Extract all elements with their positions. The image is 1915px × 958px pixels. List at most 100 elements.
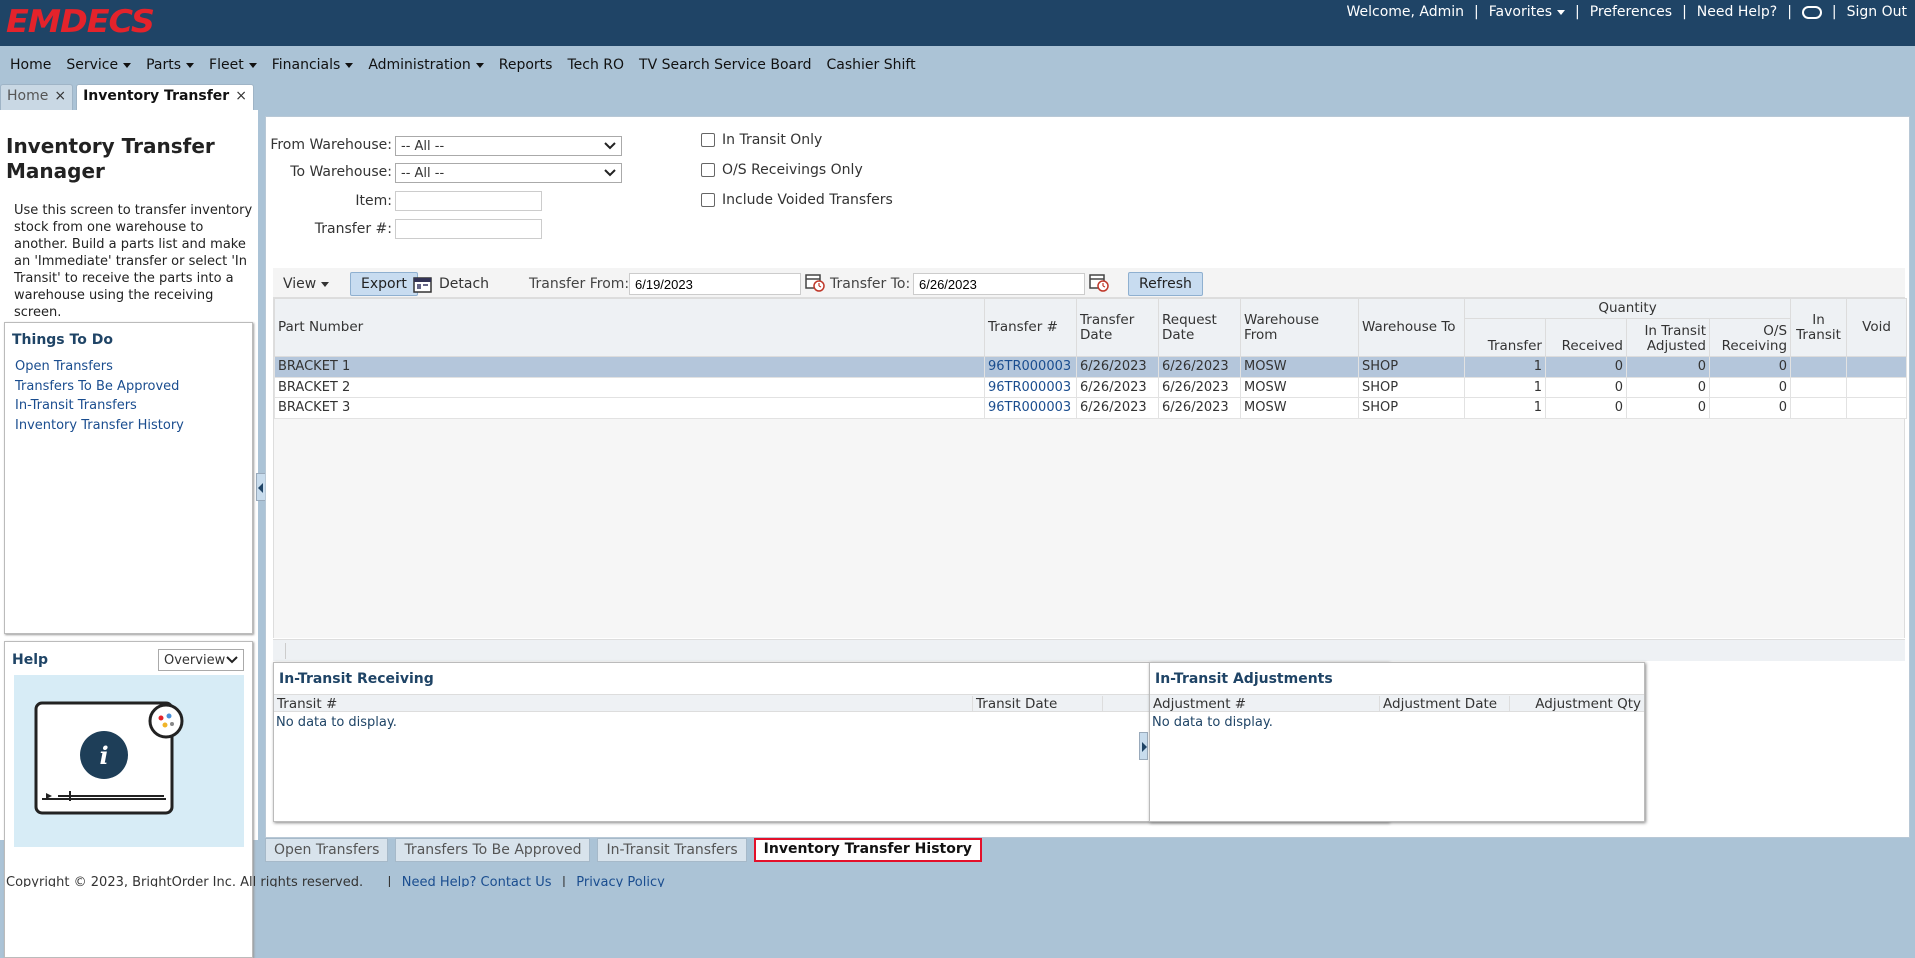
col-in-transit[interactable]: In Transit xyxy=(1790,298,1848,357)
cell-transfer-no[interactable]: 96TR000003 xyxy=(984,356,1077,378)
page-footer: Copyright © 2023, BrightOrder Inc. All r… xyxy=(0,874,1915,887)
cell-received: 0 xyxy=(1545,376,1627,398)
close-icon[interactable]: × xyxy=(54,88,66,104)
help-topic-select[interactable]: Overview xyxy=(158,649,244,671)
col-transfer-date[interactable]: Transfer Date xyxy=(1076,298,1159,357)
view-menu[interactable]: View xyxy=(283,272,330,296)
to-warehouse-label: To Warehouse: xyxy=(290,164,392,180)
chevron-down-icon xyxy=(186,62,195,68)
nav-item-service[interactable]: Service xyxy=(66,57,132,73)
nav-item-tech-ro[interactable]: Tech RO xyxy=(567,57,624,73)
calendar-icon[interactable] xyxy=(804,272,826,292)
col-transit-number[interactable]: Transit # xyxy=(277,696,337,712)
privacy-policy-link[interactable]: Privacy Policy xyxy=(576,875,665,887)
cell-to: SHOP xyxy=(1358,376,1465,398)
cell-to: SHOP xyxy=(1358,356,1465,378)
cell-transfer-date: 6/26/2023 xyxy=(1076,397,1159,419)
cell-transfer-no[interactable]: 96TR000003 xyxy=(984,376,1077,398)
col-void[interactable]: Void xyxy=(1846,298,1908,357)
table-row[interactable]: BRACKET 1 96TR000003 6/26/2023 6/26/2023 MOS… xyxy=(274,356,1908,378)
chevron-down-icon xyxy=(475,62,484,68)
nav-item-reports[interactable]: Reports xyxy=(499,57,553,73)
left-panel: Inventory Transfer Manager Use this scre… xyxy=(0,110,258,958)
chevron-down-icon xyxy=(123,62,132,68)
cell-in-transit xyxy=(1790,397,1848,419)
nav-item-financials[interactable]: Financials xyxy=(272,57,354,73)
cell-transfer-no[interactable]: 96TR000003 xyxy=(984,397,1077,419)
need-help-link[interactable]: Need Help? xyxy=(1697,4,1777,20)
col-qty-received[interactable]: Received xyxy=(1545,318,1627,357)
col-part-number[interactable]: Part Number xyxy=(274,298,985,357)
nav-item-label: Home xyxy=(10,57,52,73)
nav-item-cashier-shift[interactable]: Cashier Shift xyxy=(827,57,916,73)
cell-in-transit xyxy=(1790,376,1848,398)
include-voided-label: Include Voided Transfers xyxy=(722,192,893,208)
top-links: Welcome, Admin | Favorites | Preferences… xyxy=(1346,4,1907,20)
todo-link-open-transfers[interactable]: Open Transfers xyxy=(15,357,184,377)
todo-link-transfers-to-be-approved[interactable]: Transfers To Be Approved xyxy=(15,377,184,397)
emdecs-logo[interactable]: EMDECS xyxy=(6,4,155,40)
bottom-tab-inventory-transfer-history[interactable]: Inventory Transfer History xyxy=(753,838,982,862)
export-button[interactable]: Export xyxy=(350,272,418,296)
help-video-thumbnail[interactable]: i xyxy=(14,675,244,847)
cell-void xyxy=(1846,376,1908,398)
sign-out-link[interactable]: Sign Out xyxy=(1847,4,1907,20)
col-qty-os-receiving[interactable]: O/S Receiving xyxy=(1708,318,1792,357)
col-request-date[interactable]: Request Date xyxy=(1158,298,1241,357)
col-transfer-number[interactable]: Transfer # xyxy=(984,298,1077,357)
close-icon[interactable]: × xyxy=(235,88,247,104)
col-adjustment-date[interactable]: Adjustment Date xyxy=(1379,696,1497,712)
things-to-do-panel: Things To Do Open Transfers Transfers To … xyxy=(4,322,253,634)
todo-link-in-transit-transfers[interactable]: In-Transit Transfers xyxy=(15,396,184,416)
col-warehouse-from[interactable]: Warehouse From xyxy=(1240,298,1359,357)
to-warehouse-select[interactable]: -- All -- xyxy=(395,163,622,183)
nav-item-administration[interactable]: Administration xyxy=(368,57,484,73)
chevron-down-icon xyxy=(345,62,354,68)
nav-item-label: Fleet xyxy=(209,57,244,73)
transfer-grid: Part Number Transfer # Transfer Date Req… xyxy=(273,298,1908,638)
in-transit-receiving-title: In-Transit Receiving xyxy=(279,671,434,687)
col-adjustment-qty[interactable]: Adjustment Qty xyxy=(1509,696,1641,712)
include-voided-checkbox[interactable]: Include Voided Transfers xyxy=(701,192,893,208)
tab-home[interactable]: Home × xyxy=(0,84,74,110)
col-warehouse-to[interactable]: Warehouse To xyxy=(1358,298,1465,357)
refresh-button[interactable]: Refresh xyxy=(1128,272,1203,296)
preferences-link[interactable]: Preferences xyxy=(1590,4,1672,20)
cell-in-transit xyxy=(1790,356,1848,378)
copyright-text: Copyright © 2023, BrightOrder Inc. All r… xyxy=(6,875,364,887)
nav-item-tv-search-service-board[interactable]: TV Search Service Board xyxy=(639,57,811,73)
help-panel: Help Overview i xyxy=(4,641,253,958)
cell-adjusted: 0 xyxy=(1626,376,1710,398)
os-receivings-only-checkbox[interactable]: O/S Receivings Only xyxy=(701,162,863,178)
transfer-to-date-input[interactable] xyxy=(913,273,1085,295)
chat-icon[interactable] xyxy=(1801,5,1822,19)
expand-panel-button[interactable] xyxy=(1139,732,1148,760)
tab-inventory-transfer[interactable]: Inventory Transfer × xyxy=(76,84,254,110)
nav-item-home[interactable]: Home xyxy=(10,57,51,73)
col-qty-transfer[interactable]: Transfer xyxy=(1464,318,1546,357)
col-transit-date[interactable]: Transit Date xyxy=(972,696,1057,712)
detach-button[interactable]: Detach xyxy=(413,272,489,296)
in-transit-only-checkbox[interactable]: In Transit Only xyxy=(701,132,822,148)
nav-item-fleet[interactable]: Fleet xyxy=(209,57,257,73)
table-row[interactable]: BRACKET 2 96TR000003 6/26/2023 6/26/2023 MOS… xyxy=(274,376,1908,398)
calendar-icon[interactable] xyxy=(1088,272,1110,292)
item-input[interactable] xyxy=(395,191,542,211)
cell-void xyxy=(1846,356,1908,378)
contact-us-link[interactable]: Need Help? Contact Us xyxy=(402,875,552,887)
bottom-tab-transfers-to-be-approved[interactable]: Transfers To Be Approved xyxy=(395,838,591,862)
todo-link-inventory-transfer-history[interactable]: Inventory Transfer History xyxy=(15,416,184,436)
nav-item-parts[interactable]: Parts xyxy=(146,57,195,73)
bottom-tab-open-transfers[interactable]: Open Transfers xyxy=(265,838,389,862)
help-title: Help xyxy=(12,652,49,668)
col-qty-in-transit-adjusted[interactable]: In Transit Adjusted xyxy=(1626,318,1710,357)
cell-os: 0 xyxy=(1708,376,1792,398)
transfer-from-date-input[interactable] xyxy=(629,273,801,295)
col-adjustment-number[interactable]: Adjustment # xyxy=(1153,696,1246,712)
transfer-number-input[interactable] xyxy=(395,219,542,239)
bottom-tab-in-transit-transfers[interactable]: In-Transit Transfers xyxy=(597,838,747,862)
transfer-number-label: Transfer #: xyxy=(314,221,392,237)
from-warehouse-select[interactable]: -- All -- xyxy=(395,136,622,156)
table-row[interactable]: BRACKET 3 96TR000003 6/26/2023 6/26/2023 MOS… xyxy=(274,397,1908,419)
favorites-menu[interactable]: Favorites xyxy=(1489,4,1566,20)
